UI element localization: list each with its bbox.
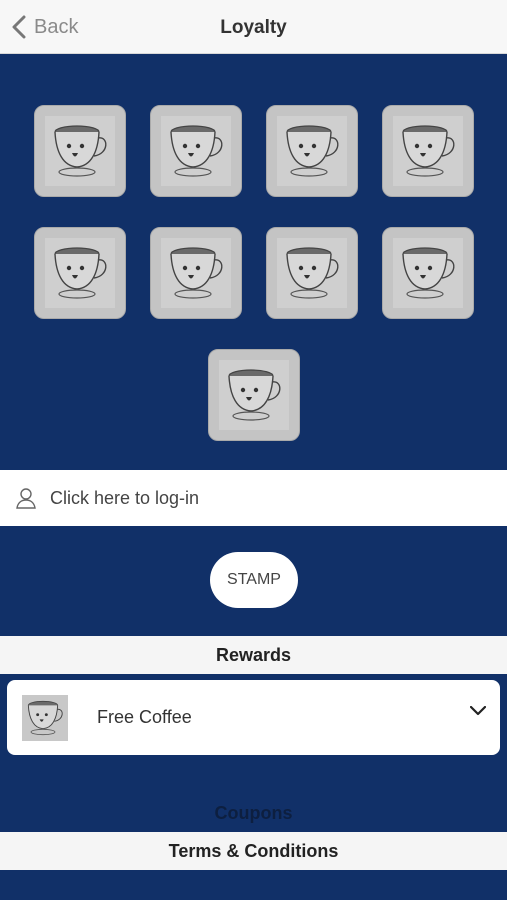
stamp-slot (150, 227, 242, 319)
stamp-slot (150, 105, 242, 197)
reward-thumbnail (22, 694, 68, 741)
page-title: Loyalty (220, 17, 287, 38)
coffee-cup-icon (286, 125, 339, 177)
coffee-cup-icon (402, 125, 455, 177)
coffee-cup-icon (27, 700, 63, 735)
stamp-slot (266, 227, 358, 319)
rewards-header: Rewards (0, 636, 507, 674)
stamp-button[interactable]: STAMP (210, 552, 298, 608)
stamp-slot (34, 105, 126, 197)
coffee-cup-icon (286, 247, 339, 299)
coffee-cup-icon (402, 247, 455, 299)
reward-label: Free Coffee (97, 707, 192, 727)
reward-item[interactable]: Free Coffee (7, 680, 500, 755)
coffee-cup-icon (170, 247, 223, 299)
stamp-slot (382, 105, 474, 197)
coffee-cup-icon (54, 247, 107, 299)
stamp-slot (382, 227, 474, 319)
coffee-cup-icon (54, 125, 107, 177)
stamp-slot (208, 349, 300, 441)
nav-bar: Back Loyalty (0, 0, 507, 54)
stamp-slot (266, 105, 358, 197)
coffee-cup-icon (228, 369, 281, 421)
coupons-header: Coupons (214, 803, 293, 823)
login-link[interactable]: Click here to log-in (50, 488, 199, 509)
user-icon (16, 488, 36, 509)
terms-header[interactable]: Terms & Conditions (0, 832, 507, 870)
chevron-down-icon[interactable] (470, 706, 486, 716)
stamp-slot (34, 227, 126, 319)
coffee-cup-icon (170, 125, 223, 177)
stamp-grid (0, 54, 507, 470)
login-row[interactable]: Click here to log-in (0, 470, 507, 526)
